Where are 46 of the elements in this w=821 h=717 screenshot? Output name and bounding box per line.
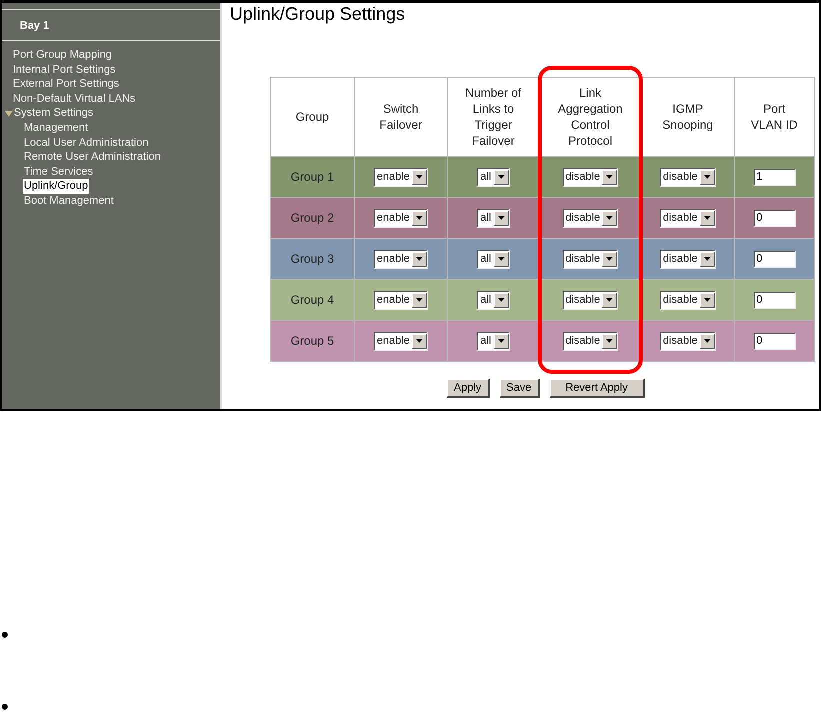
dropdown[interactable]: all (477, 250, 510, 268)
nav-item[interactable]: Boot Management (23, 194, 115, 209)
dropdown[interactable]: disable (562, 332, 618, 350)
nav-item[interactable]: Internal Port Settings (12, 62, 117, 78)
dropdown[interactable]: disable (660, 290, 716, 310)
dropdown[interactable]: disable (660, 332, 716, 350)
dropdown[interactable]: all (477, 208, 510, 228)
dropdown[interactable]: enable (374, 332, 428, 350)
page-title: Uplink/Group Settings (230, 3, 406, 25)
dropdown[interactable]: disable (562, 208, 618, 228)
sidebar-title: Bay 1 (2, 10, 220, 41)
bullet-icon (2, 704, 8, 710)
bullet-icon (2, 632, 8, 638)
dropdown[interactable]: enable (374, 208, 428, 228)
dropdown[interactable]: all (477, 290, 510, 310)
dropdown[interactable]: all (477, 168, 510, 186)
table-cell: Group 5 (270, 320, 354, 362)
dropdown[interactable]: disable (562, 168, 618, 186)
vlan-id-field[interactable]: 0 (754, 210, 796, 226)
dropdown[interactable]: disable (562, 290, 618, 310)
expanded-triangle-icon[interactable] (5, 110, 13, 117)
dropdown[interactable]: disable (660, 208, 716, 228)
apply-button[interactable]: Apply (447, 379, 490, 398)
vlan-id-field[interactable]: 0 (754, 332, 796, 350)
vlan-id-field[interactable]: 0 (754, 250, 796, 268)
vlan-id-field[interactable]: 0 (754, 292, 796, 308)
nav-item[interactable]: External Port Settings (12, 77, 120, 92)
dropdown[interactable]: enable (374, 290, 428, 310)
nav-item[interactable]: Management (23, 120, 90, 136)
revert-button[interactable]: Revert Apply (550, 379, 645, 398)
nav-item[interactable]: Non-Default Virtual LANs (12, 92, 137, 106)
dropdown[interactable]: disable (562, 250, 618, 268)
nav-item[interactable]: Port Group Mapping (12, 48, 114, 63)
column-header: Group (270, 78, 354, 156)
dropdown[interactable]: all (477, 332, 510, 350)
nav-item[interactable]: System Settings (13, 106, 94, 121)
dropdown[interactable]: enable (374, 168, 428, 186)
dropdown[interactable]: disable (660, 250, 716, 268)
nav-item[interactable]: Uplink/Group (23, 179, 90, 194)
vlan-id-field[interactable]: 1 (754, 168, 796, 186)
dropdown[interactable]: disable (660, 168, 716, 186)
nav-item[interactable]: Time Services (23, 164, 94, 180)
nav-item[interactable]: Remote User Administration (23, 150, 162, 165)
dropdown[interactable]: enable (374, 250, 428, 268)
nav-item[interactable]: Local User Administration (23, 136, 150, 150)
save-button[interactable]: Save (500, 379, 540, 398)
